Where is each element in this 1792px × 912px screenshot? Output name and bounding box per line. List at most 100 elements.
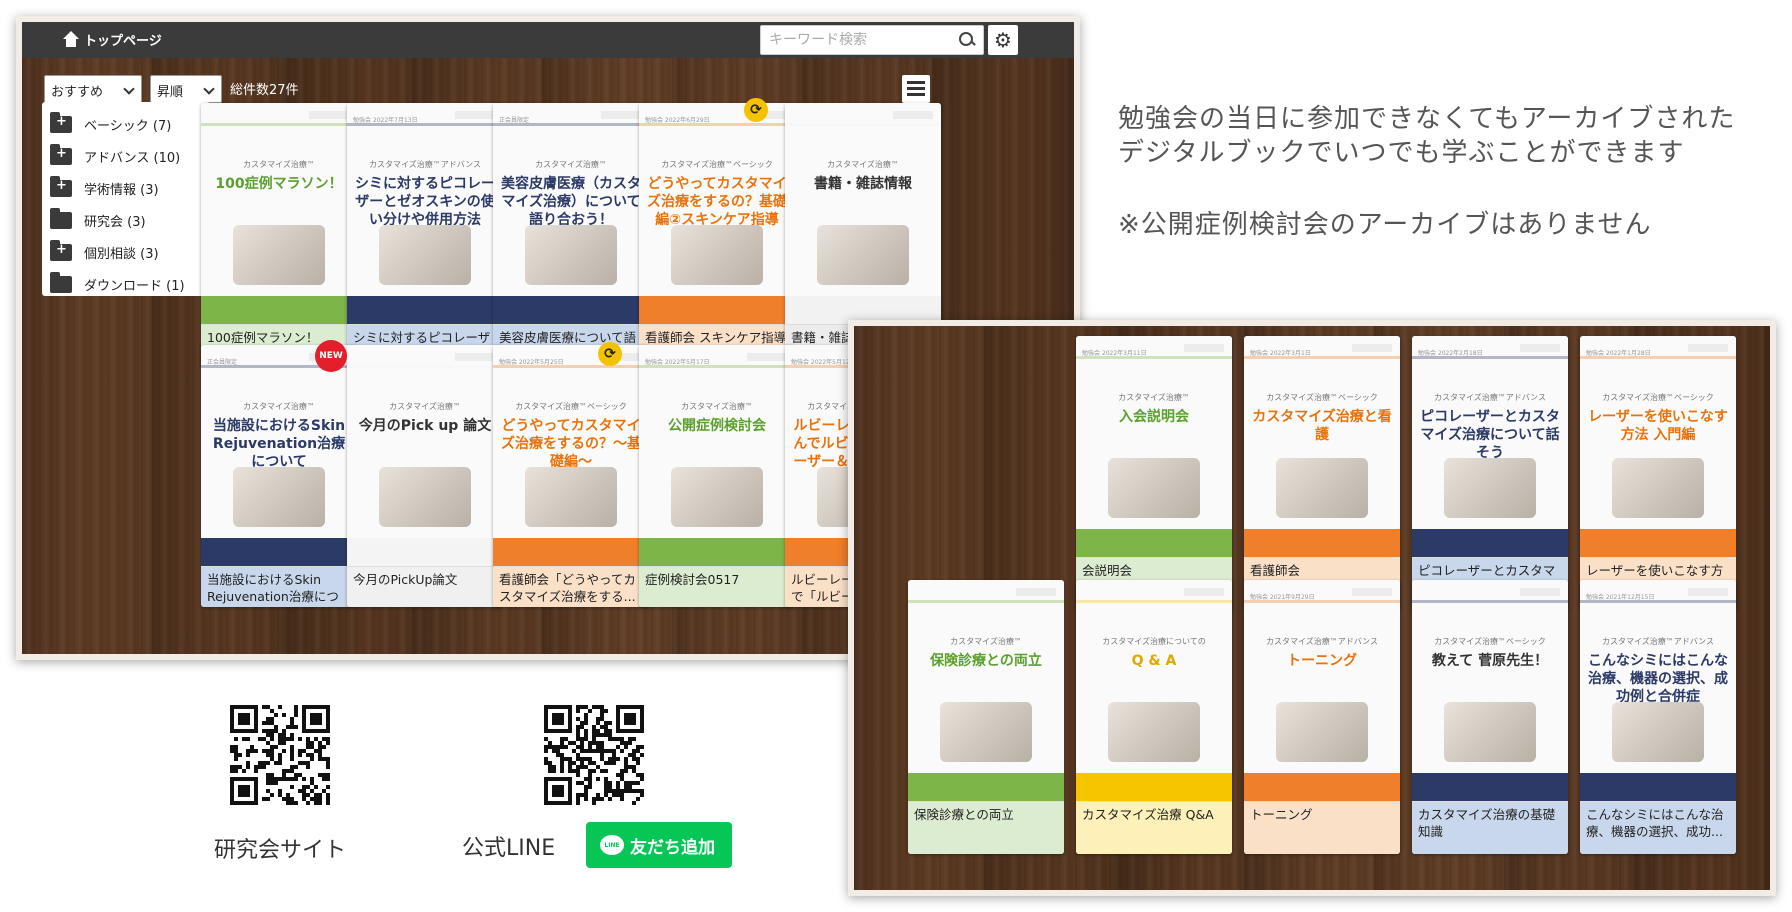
cover-series: カスタマイズ治療™ベーシック — [1602, 393, 1714, 402]
home-link[interactable]: トップページ — [62, 30, 162, 49]
search-box[interactable] — [760, 25, 984, 55]
book-card[interactable]: 勉強会 2021年9月29日 カスタマイズ治療™アドバンス トーニング トーニング — [1244, 580, 1400, 854]
cover-label-box — [1520, 344, 1560, 352]
line-add-friend-button[interactable]: LINE 友だち追加 — [586, 822, 732, 868]
book-cover[interactable]: カスタマイズ治療™ 今月のPick up 論文 — [347, 345, 503, 567]
home-icon — [62, 30, 80, 49]
line-logo-icon: LINE — [600, 835, 624, 855]
cover-strip — [493, 296, 649, 324]
cover-series: カスタマイズ治療™ — [1118, 393, 1190, 402]
book-cover[interactable]: カスタマイズ治療™ 保険診療との両立 — [908, 580, 1064, 802]
cover-strip — [639, 538, 795, 566]
line-qr-code[interactable] — [544, 705, 644, 805]
cover-series: カスタマイズ治療™ベーシック — [1266, 393, 1378, 402]
archive-note: ※公開症例検討会のアーカイブはありません — [1118, 210, 1652, 240]
book-cover[interactable]: 正会員限定 カスタマイズ治療™ 当施設におけるSkin Rejuvenation治療… — [201, 345, 357, 567]
sidebar-item[interactable]: 研究会 (3) — [50, 204, 202, 236]
book-cover[interactable]: カスタマイズ治療™ 書籍・雑誌情報 — [785, 103, 941, 325]
cover-label-box — [1688, 344, 1728, 352]
cover-image — [671, 225, 763, 285]
cover-title: レーザーを使いこなす方法 入門編 — [1588, 409, 1728, 444]
book-title[interactable]: カスタマイズ治療 Q&A — [1076, 802, 1232, 854]
search-icon[interactable] — [959, 32, 975, 48]
book-card[interactable]: 勉強会 2022年7月13日 カスタマイズ治療™アドバンス シミに対するピコレーザー… — [347, 103, 503, 365]
book-cover[interactable]: カスタマイズ治療™ 100症例マラソン！ — [201, 103, 357, 325]
cover-image — [379, 225, 471, 285]
sidebar-item[interactable]: 学術情報 (3) — [50, 172, 202, 204]
cover-ribbon — [785, 123, 941, 126]
book-cover[interactable]: 勉強会 2022年5月25日 カスタマイズ治療™ベーシック どうやってカスタマイズ治… — [493, 345, 649, 567]
sidebar-item[interactable]: アドバンス (10) — [50, 140, 202, 172]
folder-icon — [50, 207, 72, 229]
sync-badge-icon: ⟳ — [744, 98, 768, 122]
site-qr-code[interactable] — [230, 705, 330, 805]
book-cover[interactable]: 勉強会 2021年12月15日 カスタマイズ治療™アドバンス こんなシミにはこんな治… — [1580, 580, 1736, 802]
order-select[interactable]: 昇順 — [150, 75, 222, 103]
cover-series: カスタマイズ治療™アドバンス — [1602, 637, 1714, 646]
settings-button[interactable]: ⚙ — [988, 25, 1018, 55]
book-title[interactable]: 看護師会「どうやってカスタマイズ治療をする... — [493, 567, 649, 607]
book-title[interactable]: 症例検討会0517 — [639, 567, 795, 607]
cover-strip — [1076, 773, 1232, 801]
book-card[interactable]: 勉強会 2022年2月18日 カスタマイズ治療™アドバンス ピコレーザーとカスタマイ… — [1412, 336, 1568, 610]
book-card[interactable]: カスタマイズ治療™ 保険診療との両立 保険診療との両立 — [908, 580, 1064, 854]
cover-strip — [1244, 529, 1400, 557]
cover-ribbon — [1076, 356, 1232, 359]
book-card[interactable]: 勉強会 2022年6月29日 カスタマイズ治療™ベーシック どうやってカスタマイズ治… — [639, 103, 795, 365]
book-cover[interactable]: 勉強会 2022年2月18日 カスタマイズ治療™アドバンス ピコレーザーとカスタマイ… — [1412, 336, 1568, 558]
cover-title: 教えて 菅原先生！ — [1431, 653, 1549, 669]
sidebar-item[interactable]: ダウンロード (1) — [50, 268, 202, 300]
book-card[interactable]: カスタマイズ治療についての Q & A カスタマイズ治療 Q&A — [1076, 580, 1232, 854]
cover-ribbon — [493, 123, 649, 126]
cover-ribbon — [639, 365, 795, 368]
line-label: 公式LINE — [462, 836, 556, 861]
cover-image — [1444, 702, 1536, 762]
cover-title: 入会説明会 — [1119, 409, 1189, 425]
book-card[interactable]: カスタマイズ治療™ベーシック 教えて 菅原先生！ カスタマイズ治療の基礎知識 — [1412, 580, 1568, 854]
cover-ribbon — [1580, 356, 1736, 359]
book-cover[interactable]: 勉強会 2021年9月29日 カスタマイズ治療™アドバンス トーニング — [1244, 580, 1400, 802]
book-title[interactable]: 今月のPickUp論文 — [347, 567, 503, 607]
cover-strip — [639, 296, 795, 324]
book-cover[interactable]: 勉強会 2022年5月17日 カスタマイズ治療™ 公開症例検討会 — [639, 345, 795, 567]
book-card[interactable]: 勉強会 2022年5月25日 カスタマイズ治療™ベーシック どうやってカスタマイズ治… — [493, 345, 649, 607]
book-cover[interactable]: 勉強会 2022年6月29日 カスタマイズ治療™ベーシック どうやってカスタマイズ治… — [639, 103, 795, 325]
book-cover[interactable]: 勉強会 2022年1月28日 カスタマイズ治療™ベーシック レーザーを使いこなす方法… — [1580, 336, 1736, 558]
book-cover[interactable]: カスタマイズ治療についての Q & A — [1076, 580, 1232, 802]
book-cover[interactable]: 勉強会 2022年3月1日 カスタマイズ治療™ベーシック カスタマイズ治療と看護 — [1244, 336, 1400, 558]
book-title[interactable]: 当施設におけるSkin Rejuvenation治療について — [201, 567, 357, 607]
book-card[interactable]: 勉強会 2022年3月1日 カスタマイズ治療™ベーシック カスタマイズ治療と看護 看護… — [1244, 336, 1400, 610]
sidebar-item-label: 研究会 (3) — [84, 214, 146, 230]
book-card[interactable]: 正会員限定 カスタマイズ治療™ 当施設におけるSkin Rejuvenation治療… — [201, 345, 357, 607]
book-title[interactable]: こんなシミにはこんな治療、機器の選択、成功... — [1580, 802, 1736, 854]
book-title[interactable]: トーニング — [1244, 802, 1400, 854]
cover-title: どうやってカスタマイズ治療をするの？基礎編②スキンケア指導 — [647, 176, 787, 229]
cover-strip — [1580, 529, 1736, 557]
book-card[interactable]: 勉強会 2022年1月28日 カスタマイズ治療™ベーシック レーザーを使いこなす方法… — [1580, 336, 1736, 610]
sort-select[interactable]: おすすめ — [44, 75, 142, 103]
folder-plus-icon — [50, 111, 72, 133]
book-card[interactable]: 正会員限定 カスタマイズ治療™ 美容皮膚医療（カスタマイズ治療）について語り合おう！… — [493, 103, 649, 365]
book-title[interactable]: カスタマイズ治療の基礎知識 — [1412, 802, 1568, 854]
book-card[interactable]: 勉強会 2022年3月11日 カスタマイズ治療™ 入会説明会 会説明会 — [1076, 336, 1232, 610]
cover-image — [1444, 458, 1536, 518]
cover-label-box — [1352, 344, 1392, 352]
search-input[interactable] — [769, 30, 949, 50]
book-cover[interactable]: 勉強会 2022年3月11日 カスタマイズ治療™ 入会説明会 — [1076, 336, 1232, 558]
book-card[interactable]: カスタマイズ治療™ 100症例マラソン！ 100症例マラソン！ — [201, 103, 357, 365]
book-cover[interactable]: 正会員限定 カスタマイズ治療™ 美容皮膚医療（カスタマイズ治療）について語り合おう！ — [493, 103, 649, 325]
cover-ribbon — [493, 365, 649, 368]
book-title[interactable]: 保険診療との両立 — [908, 802, 1064, 854]
book-cover[interactable]: カスタマイズ治療™ベーシック 教えて 菅原先生！ — [1412, 580, 1568, 802]
book-card[interactable]: 勉強会 2021年12月15日 カスタマイズ治療™アドバンス こんなシミにはこんな治… — [1580, 580, 1736, 854]
new-badge: NEW — [315, 340, 347, 372]
cover-strip — [1580, 773, 1736, 801]
cover-label-box — [747, 353, 787, 361]
sidebar-item[interactable]: 個別相談 (3) — [50, 236, 202, 268]
caption-line-1: 勉強会の当日に参加できなくてもアーカイブされた — [1118, 104, 1736, 134]
sidebar-item[interactable]: ベーシック (7) — [50, 108, 202, 140]
book-card[interactable]: 勉強会 2022年5月17日 カスタマイズ治療™ 公開症例検討会 症例検討会0517 — [639, 345, 795, 607]
list-view-toggle[interactable] — [902, 75, 930, 103]
book-cover[interactable]: 勉強会 2022年7月13日 カスタマイズ治療™アドバンス シミに対するピコレーザー… — [347, 103, 503, 325]
book-card[interactable]: カスタマイズ治療™ 今月のPick up 論文 今月のPickUp論文 — [347, 345, 503, 607]
